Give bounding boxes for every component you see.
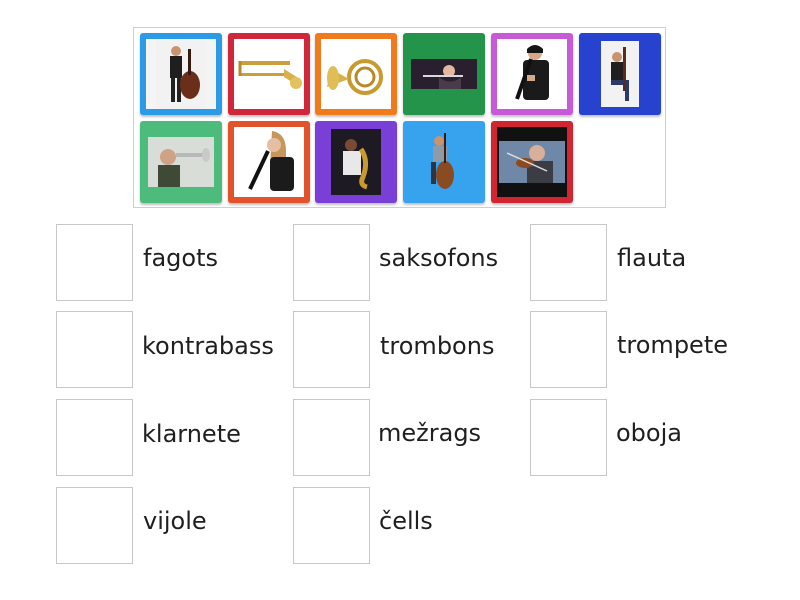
drop-slot-cells[interactable] xyxy=(293,487,370,564)
cello-player-photo-icon xyxy=(431,133,454,189)
tile-trombone[interactable] xyxy=(228,33,310,115)
tile-flute[interactable] xyxy=(403,33,485,115)
target-label-oboja: oboja xyxy=(616,419,682,447)
drop-slot-oboja[interactable] xyxy=(530,399,607,476)
target-label-klarnete: klarnete xyxy=(142,420,241,448)
target-label-flauta: flauta xyxy=(617,244,687,272)
oboe-player-photo-icon xyxy=(248,131,294,191)
tile-clarinet[interactable] xyxy=(491,33,573,115)
tile-french-horn[interactable] xyxy=(315,33,397,115)
double-bass-player-photo-icon xyxy=(156,39,206,109)
drop-slot-mezrags[interactable] xyxy=(293,399,370,476)
tile-bassoon[interactable] xyxy=(579,33,661,115)
violin-player-photo-icon xyxy=(499,141,565,183)
target-label-saksofons: saksofons xyxy=(379,244,499,272)
drop-slot-vijole[interactable] xyxy=(56,487,133,564)
target-label-mezrags: mežrags xyxy=(378,419,482,447)
target-label-cells: čells xyxy=(379,507,433,535)
target-label-kontrabass: kontrabass xyxy=(142,332,274,360)
target-label-fagots: fagots xyxy=(143,244,218,272)
drop-slot-fagots[interactable] xyxy=(56,224,133,301)
drop-slot-saksofons[interactable] xyxy=(293,224,370,301)
tile-saxophone[interactable] xyxy=(315,121,397,203)
saxophone-player-photo-icon xyxy=(331,129,381,195)
target-label-trombons: trombons xyxy=(380,332,495,360)
target-label-trompete: trompete xyxy=(617,331,728,359)
tile-trumpet[interactable] xyxy=(140,121,222,203)
flute-player-photo-icon xyxy=(411,59,477,89)
tile-violin[interactable] xyxy=(491,121,573,203)
drop-slot-trombons[interactable] xyxy=(293,311,370,388)
drop-slot-trompete[interactable] xyxy=(530,311,607,388)
tile-cello[interactable] xyxy=(403,121,485,203)
drop-slot-klarnete[interactable] xyxy=(56,399,133,476)
drop-slot-kontrabass[interactable] xyxy=(56,311,133,388)
clarinet-player-photo-icon xyxy=(515,45,549,100)
trombone-photo-icon xyxy=(238,61,302,89)
drop-slot-flauta[interactable] xyxy=(530,224,607,301)
target-label-vijole: vijole xyxy=(143,507,207,535)
tile-oboe[interactable] xyxy=(228,121,310,203)
tile-double-bass[interactable] xyxy=(140,33,222,115)
trumpet-player-photo-icon xyxy=(148,137,214,187)
french-horn-photo-icon xyxy=(327,59,383,95)
bassoon-player-photo-icon xyxy=(601,41,639,107)
